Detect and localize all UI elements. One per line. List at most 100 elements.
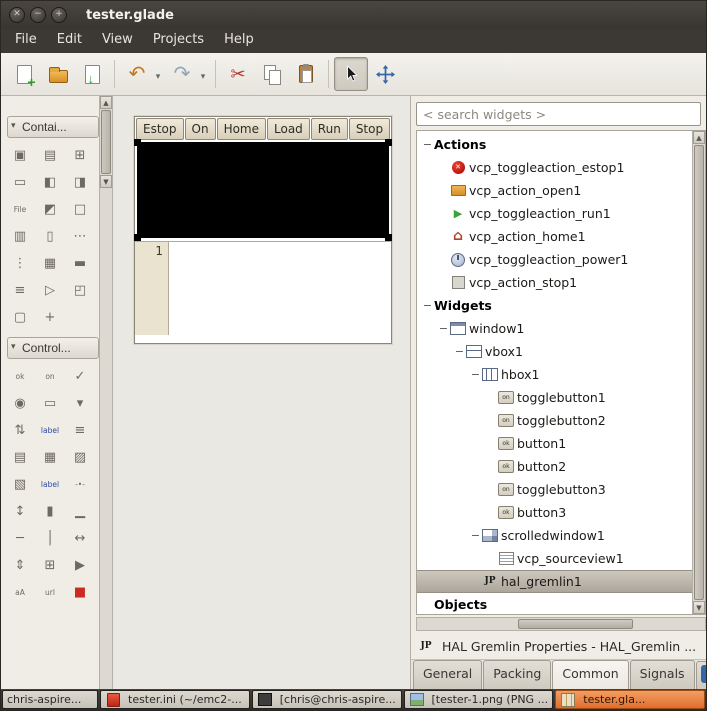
tree-row[interactable]: window1	[417, 317, 692, 340]
palette-widget-expander[interactable]: ▷	[35, 277, 65, 304]
taskbar-window-button[interactable]: tester.gla...	[555, 690, 705, 709]
palette-widget-font-button[interactable]: aA	[5, 579, 35, 606]
palette-widget-event-box[interactable]: ▢	[5, 304, 35, 331]
palette-widget-tree-view[interactable]: ▤	[5, 444, 35, 471]
tree-horizontal-scrollbar[interactable]	[416, 617, 706, 631]
tree-row[interactable]: vcp_action_stop1	[417, 271, 692, 294]
palette-widget-vertical-scrollbar[interactable]: ⇕	[5, 552, 35, 579]
designed-button[interactable]: Stop	[349, 118, 390, 140]
open-project-button[interactable]	[41, 57, 75, 91]
selector-tool-button[interactable]	[334, 57, 368, 91]
designed-button[interactable]: Run	[311, 118, 348, 140]
palette-widget-accel-label[interactable]: label	[35, 471, 65, 498]
selection-handle[interactable]	[385, 234, 392, 241]
palette-widget-progress-bar[interactable]: ▮	[35, 498, 65, 525]
palette-widget-vertical-separator[interactable]: │	[35, 525, 65, 552]
tree-vertical-scrollbar[interactable]: ▲ ▼	[692, 131, 705, 614]
scrollbar-thumb[interactable]	[694, 145, 704, 600]
palette-widget-calendar[interactable]: ⊞	[35, 552, 65, 579]
palette-widget-button[interactable]: ok	[5, 363, 35, 390]
redo-button[interactable]	[165, 57, 199, 91]
palette-widget-alignment[interactable]: ◰	[65, 277, 95, 304]
properties-tab[interactable]: Common	[552, 660, 628, 689]
palette-widget-image[interactable]: ▨	[65, 444, 95, 471]
palette-widget-drawing-area[interactable]: ▧	[5, 471, 35, 498]
menu-item[interactable]: Projects	[143, 29, 214, 53]
scrollbar-thumb[interactable]	[518, 619, 633, 629]
taskbar-window-button[interactable]: tester.ini (~/emc2-...	[100, 690, 250, 709]
palette-widget-menu-bar[interactable]: ≡	[5, 277, 35, 304]
expander-icon[interactable]	[437, 317, 450, 340]
expander-icon[interactable]	[453, 340, 466, 363]
designed-button[interactable]: Estop	[136, 118, 184, 140]
tree-row[interactable]: hbox1	[417, 363, 692, 386]
titlebar[interactable]: tester.glade	[1, 1, 706, 29]
tree-row[interactable]: togglebutton2	[417, 409, 692, 432]
palette-widget-horizontal-scale[interactable]: -•-	[65, 471, 95, 498]
palette-widget-vertical-scale[interactable]: ↕	[5, 498, 35, 525]
scroll-up-icon[interactable]: ▲	[693, 131, 705, 144]
copy-button[interactable]	[255, 57, 289, 91]
palette-widget-viewport[interactable]: □	[65, 196, 95, 223]
design-canvas[interactable]: EstopOnHomeLoadRunStop 1	[113, 96, 410, 689]
tree-row[interactable]: scrolledwindow1	[417, 524, 692, 547]
cut-button[interactable]	[221, 57, 255, 91]
palette-widget-combo-box[interactable]: ▾	[65, 390, 95, 417]
tree-row[interactable]: vbox1	[417, 340, 692, 363]
drag-resize-tool-button[interactable]	[368, 57, 402, 91]
palette-widget-toggle-button[interactable]: on	[35, 363, 65, 390]
palette-widget-horizontal-separator[interactable]: ─	[5, 525, 35, 552]
palette-widget-fixed[interactable]: +	[35, 304, 65, 331]
palette-widget-hbutton-box[interactable]: ⋯	[65, 223, 95, 250]
designed-button[interactable]: Home	[217, 118, 266, 140]
expander-icon[interactable]	[421, 133, 434, 156]
tree-row[interactable]: button1	[417, 432, 692, 455]
accessibility-tab[interactable]	[696, 661, 706, 689]
palette-widget-horizontal-scrollbar[interactable]: ↔	[65, 525, 95, 552]
palette-widget-icon-view[interactable]: ▦	[35, 250, 65, 277]
taskbar-window-button[interactable]: chris-aspire...	[2, 690, 98, 709]
expander-icon[interactable]	[421, 294, 434, 317]
tree-row[interactable]: togglebutton3	[417, 478, 692, 501]
redo-dropdown-button[interactable]	[196, 57, 210, 91]
minimize-window-icon[interactable]	[30, 7, 46, 23]
palette-widget-spin-button[interactable]: ⇅	[5, 417, 35, 444]
undo-dropdown-button[interactable]	[151, 57, 165, 91]
designed-button[interactable]: On	[185, 118, 216, 140]
new-project-button[interactable]	[7, 57, 41, 91]
undo-button[interactable]	[120, 57, 154, 91]
menu-item[interactable]: View	[92, 29, 143, 53]
palette-widget-entry[interactable]: ▭	[35, 390, 65, 417]
taskbar-window-button[interactable]: [tester-1.png (PNG ...	[404, 690, 554, 709]
editor-text-area[interactable]	[169, 242, 391, 335]
tree-row[interactable]: hal_gremlin1	[417, 570, 692, 593]
menu-item[interactable]: File	[5, 29, 47, 53]
designed-button[interactable]: Load	[267, 118, 310, 140]
palette-widget-hbox[interactable]: ▯	[35, 223, 65, 250]
tree-row[interactable]: Widgets	[417, 294, 692, 317]
tree-row[interactable]: vcp_toggleaction_run1	[417, 202, 692, 225]
save-button[interactable]	[75, 57, 109, 91]
palette-widget-check-button[interactable]: ✓	[65, 363, 95, 390]
properties-tab[interactable]: Signals	[630, 660, 695, 689]
palette-widget-text-view[interactable]: ≡	[65, 417, 95, 444]
selection-handle[interactable]	[385, 139, 392, 146]
palette-widget-vpaned[interactable]: ◨	[65, 169, 95, 196]
scroll-down-icon[interactable]: ▼	[693, 601, 705, 614]
palette-widget-window[interactable]: ▣	[5, 142, 35, 169]
tree-row[interactable]: vcp_sourceview1	[417, 547, 692, 570]
palette-widget-link-button[interactable]: url	[35, 579, 65, 606]
designed-sourceview[interactable]: 1	[135, 241, 391, 335]
selection-handle[interactable]	[134, 139, 141, 146]
palette-section-controls[interactable]: Control...	[7, 337, 99, 359]
scroll-up-icon[interactable]: ▲	[100, 96, 112, 109]
tree-row[interactable]: togglebutton1	[417, 386, 692, 409]
palette-widget-radio-button[interactable]: ◉	[5, 390, 35, 417]
tree-row[interactable]: vcp_action_open1	[417, 179, 692, 202]
palette-widget-handle-box[interactable]: ◩	[35, 196, 65, 223]
palette-widget-notebook[interactable]: ▤	[35, 142, 65, 169]
palette-widget-scrolled-window[interactable]: ▥	[5, 223, 35, 250]
maximize-window-icon[interactable]	[51, 7, 67, 23]
palette-widget-arrow[interactable]: ▶	[65, 552, 95, 579]
properties-tab[interactable]: General	[413, 660, 482, 689]
